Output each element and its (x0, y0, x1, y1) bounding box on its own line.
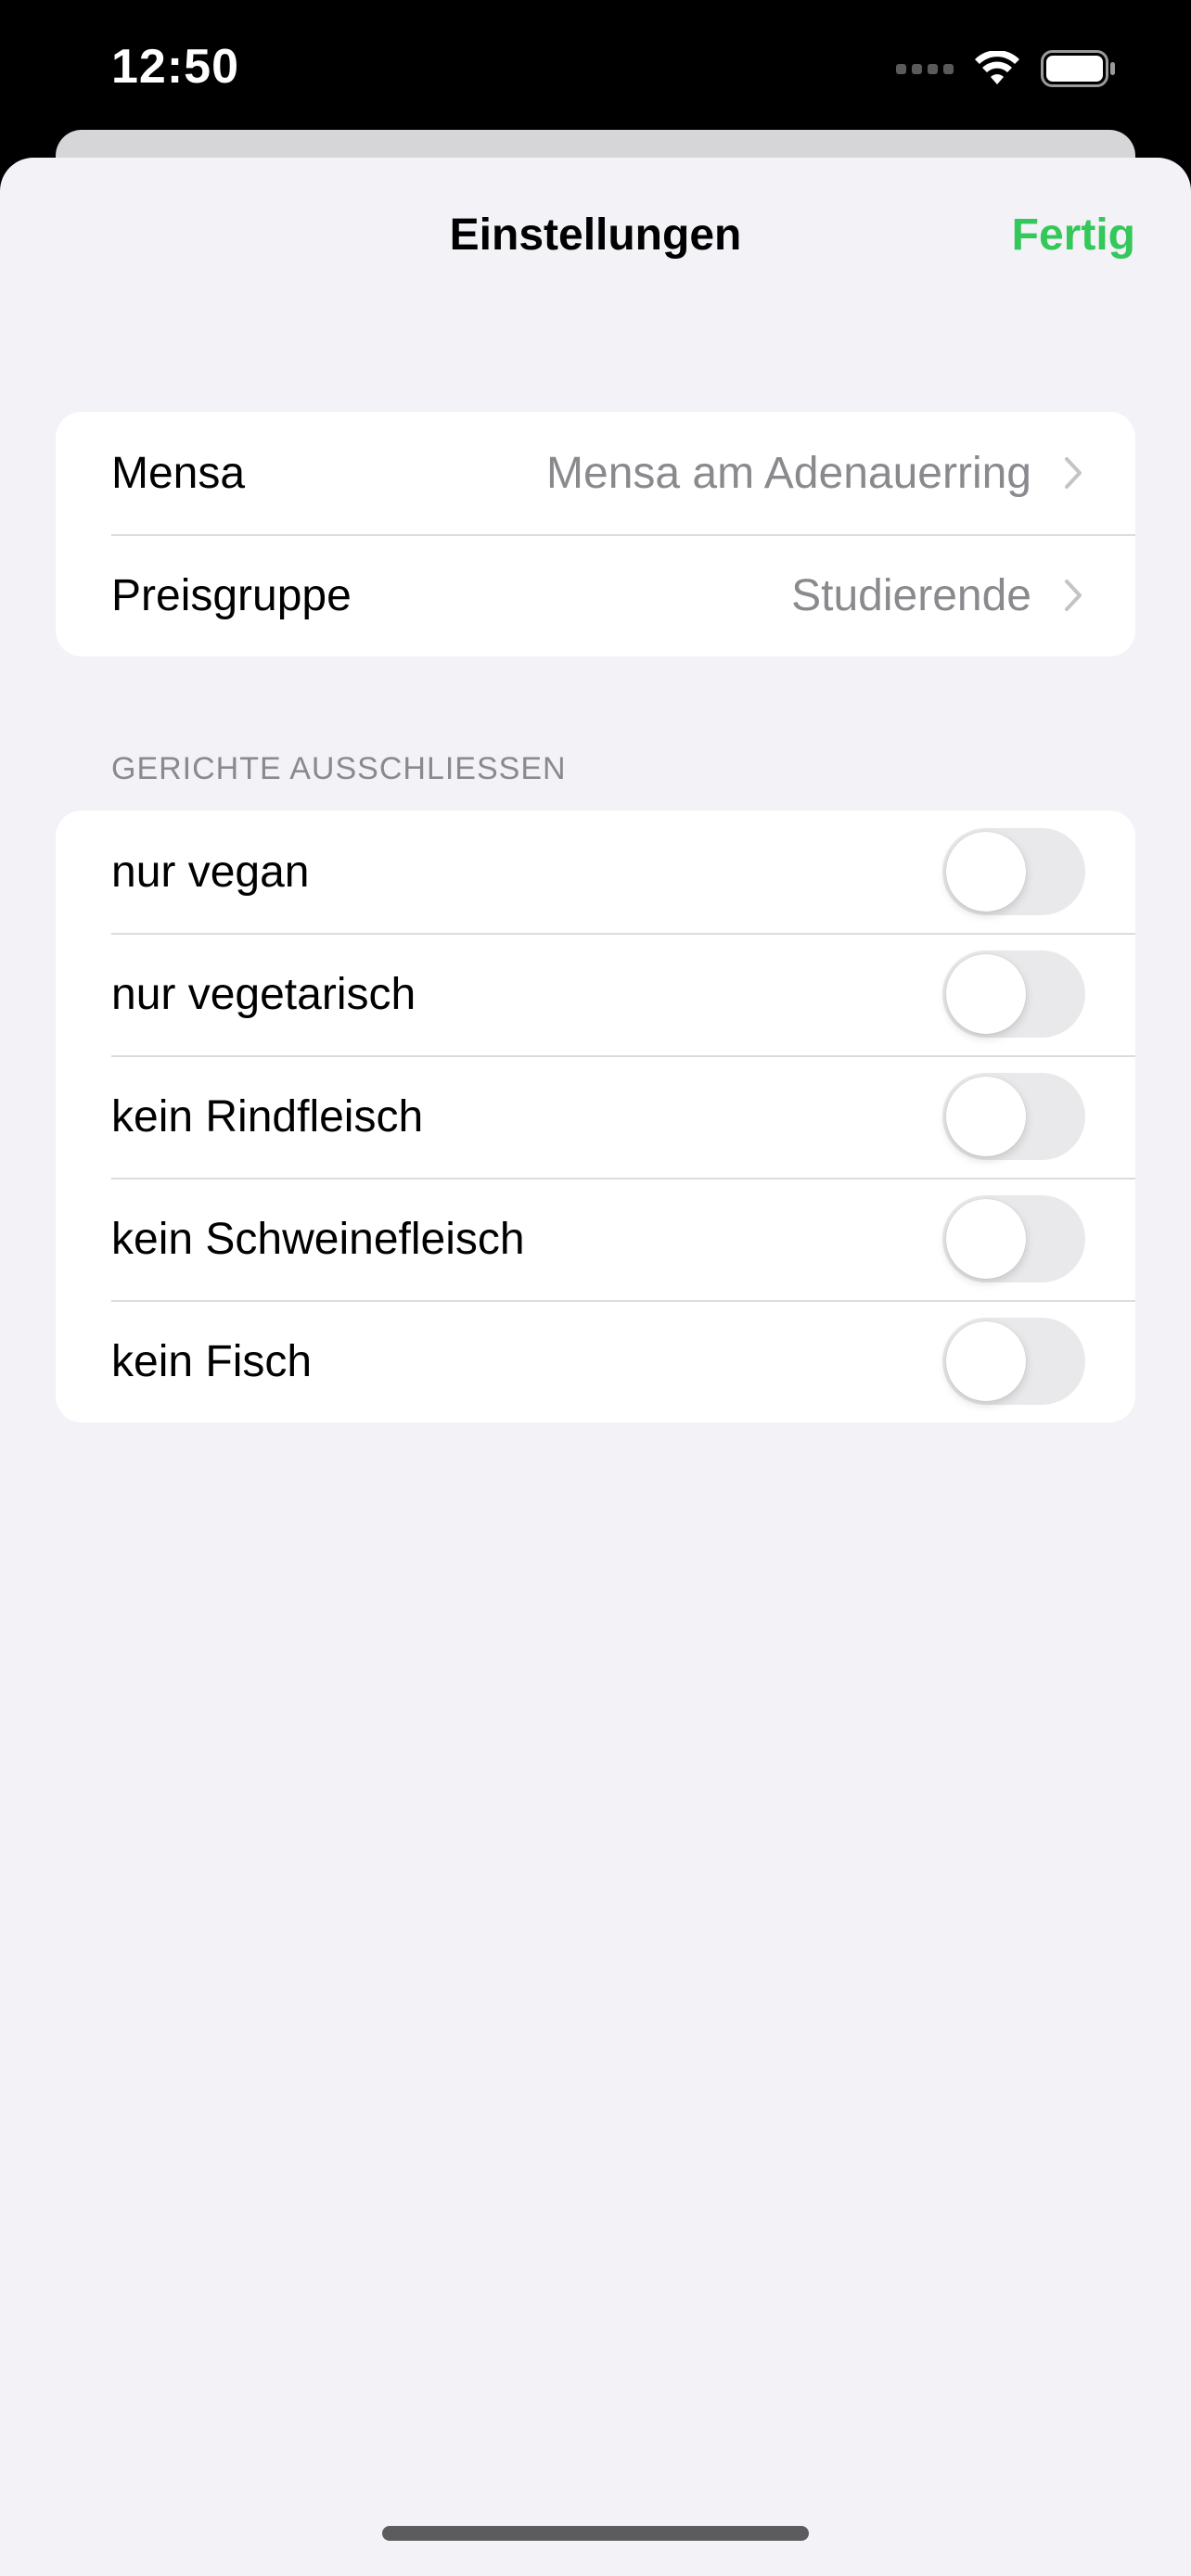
toggle-label: nur vegetarisch (111, 969, 416, 1019)
mensa-row[interactable]: Mensa Mensa am Adenauerring (56, 412, 1135, 534)
toggle-row-vegetarian: nur vegetarisch (56, 933, 1135, 1055)
no-fish-toggle[interactable] (942, 1318, 1085, 1405)
section-header: GERICHTE AUSSCHLIESSEN (111, 751, 567, 786)
toggle-label: nur vegan (111, 847, 310, 897)
toggle-knob (946, 832, 1026, 912)
exclude-dishes-group: nur vegan nur vegetarisch kein Rindfleis… (56, 810, 1135, 1422)
toggle-row-beef: kein Rindfleisch (56, 1055, 1135, 1178)
chevron-right-icon (1065, 580, 1082, 611)
cellular-signal-icon (896, 63, 954, 74)
home-indicator[interactable] (382, 2526, 809, 2541)
status-icons (896, 48, 1117, 89)
mensa-value: Mensa am Adenauerring (546, 448, 1031, 498)
price-group-value: Studierende (791, 570, 1031, 620)
toggle-label: kein Rindfleisch (111, 1091, 424, 1141)
navigation-bar: Einstellungen Fertig (0, 158, 1191, 315)
settings-sheet: Einstellungen Fertig Mensa Mensa am Aden… (0, 158, 1191, 2576)
toggle-knob (946, 1321, 1026, 1401)
toggle-row-pork: kein Schweinefleisch (56, 1178, 1135, 1300)
battery-icon (1041, 50, 1115, 87)
no-beef-toggle[interactable] (942, 1073, 1085, 1160)
chevron-right-icon (1065, 457, 1082, 489)
toggle-knob (946, 1077, 1026, 1156)
toggle-row-fish: kein Fisch (56, 1300, 1135, 1422)
toggle-knob (946, 954, 1026, 1034)
mensa-label: Mensa (111, 448, 246, 498)
screen: 12:50 Einstellungen Fertig Mensa Mensa a… (0, 0, 1191, 2576)
toggle-knob (946, 1199, 1026, 1279)
done-button[interactable]: Fertig (1012, 210, 1135, 261)
no-pork-toggle[interactable] (942, 1195, 1085, 1282)
status-bar: 12:50 (0, 0, 1191, 130)
vegan-toggle[interactable] (942, 828, 1085, 915)
price-group-row[interactable]: Preisgruppe Studierende (56, 534, 1135, 657)
price-group-label: Preisgruppe (111, 570, 352, 620)
toggle-row-vegan: nur vegan (56, 810, 1135, 933)
wifi-icon (975, 51, 1019, 84)
toggle-label: kein Schweinefleisch (111, 1214, 525, 1264)
settings-group: Mensa Mensa am Adenauerring Preisgruppe … (56, 412, 1135, 657)
vegetarian-toggle[interactable] (942, 950, 1085, 1038)
status-time: 12:50 (111, 40, 239, 94)
toggle-label: kein Fisch (111, 1336, 313, 1386)
